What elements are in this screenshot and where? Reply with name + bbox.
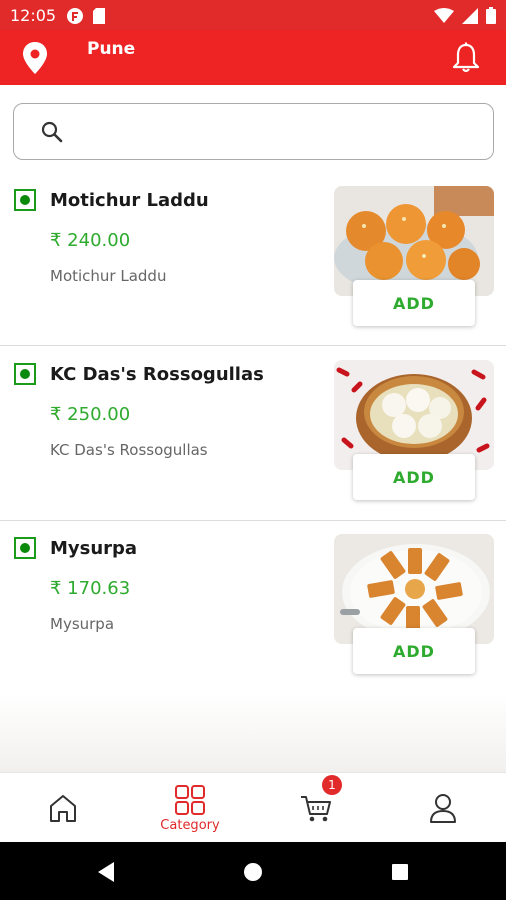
product-description: Mysurpa — [50, 615, 115, 633]
list-background — [0, 694, 506, 772]
veg-indicator-icon — [14, 189, 36, 211]
search-input[interactable] — [74, 116, 474, 148]
product-price: ₹ 170.63 — [50, 578, 131, 599]
profile-icon — [430, 794, 456, 823]
location-pin-icon[interactable] — [23, 42, 47, 74]
sd-card-icon — [93, 8, 105, 24]
recents-icon[interactable] — [391, 863, 409, 881]
app-header: Pune — [0, 30, 506, 85]
notification-bell-icon[interactable] — [452, 42, 480, 74]
veg-indicator-icon — [14, 537, 36, 559]
nav-profile[interactable] — [380, 773, 506, 843]
product-description: Motichur Laddu — [50, 267, 167, 285]
home-icon — [50, 795, 76, 822]
nav-category-label: Category — [160, 817, 220, 833]
search-bar[interactable] — [13, 103, 494, 160]
add-to-cart-button[interactable]: ADD — [353, 628, 475, 674]
product-price: ₹ 250.00 — [50, 404, 131, 425]
product-card[interactable]: Motichur Laddu ₹ 240.00 Motichur Laddu A… — [0, 186, 506, 346]
status-notification-icons — [66, 7, 106, 25]
nav-home[interactable] — [0, 773, 126, 843]
nav-category[interactable]: Category — [127, 773, 253, 843]
veg-indicator-icon — [14, 363, 36, 385]
wifi-icon — [434, 7, 454, 23]
add-to-cart-button[interactable]: ADD — [353, 454, 475, 500]
cart-icon — [301, 796, 331, 822]
product-name: Mysurpa — [50, 538, 138, 559]
product-description: KC Das's Rossogullas — [50, 441, 208, 459]
status-time: 12:05 — [10, 6, 57, 25]
product-card[interactable]: KC Das's Rossogullas ₹ 250.00 KC Das's R… — [0, 360, 506, 521]
city-label[interactable]: Pune — [87, 39, 135, 59]
status-system-icons — [434, 7, 496, 24]
signal-icon — [462, 7, 478, 24]
status-bar: 12:05 — [0, 0, 506, 30]
nav-cart[interactable]: 1 — [253, 773, 379, 843]
system-navigation-bar — [0, 842, 506, 900]
bottom-navigation: Category 1 — [0, 772, 506, 842]
cart-count-badge: 1 — [322, 775, 342, 795]
product-name: KC Das's Rossogullas — [50, 364, 264, 385]
add-to-cart-button[interactable]: ADD — [353, 280, 475, 326]
battery-icon — [486, 7, 496, 24]
home-circle-icon[interactable] — [243, 862, 263, 882]
product-price: ₹ 240.00 — [50, 230, 131, 251]
app-notification-icon — [67, 8, 83, 24]
search-icon — [41, 121, 63, 143]
category-icon — [175, 784, 205, 815]
back-icon[interactable] — [96, 861, 116, 883]
product-name: Motichur Laddu — [50, 190, 209, 211]
product-card[interactable]: Mysurpa ₹ 170.63 Mysurpa ADD — [0, 534, 506, 695]
